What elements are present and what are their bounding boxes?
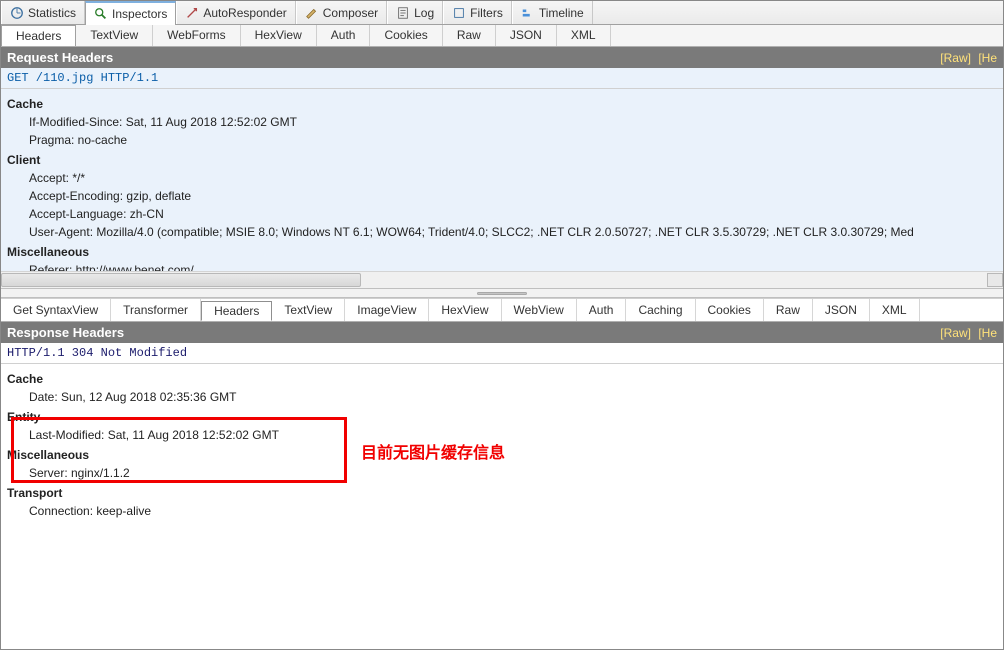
tab-log[interactable]: Log [387,1,443,24]
grip-icon [477,292,527,295]
hdr-accept[interactable]: Accept: */* [7,169,997,187]
hdr-accept-language[interactable]: Accept-Language: zh-CN [7,205,997,223]
subtab-headers[interactable]: Headers [1,25,76,46]
hdr-pragma[interactable]: Pragma: no-cache [7,131,997,149]
hdr-if-modified-since[interactable]: If-Modified-Since: Sat, 11 Aug 2018 12:5… [7,113,997,131]
request-headers-title: Request Headers [7,50,113,65]
rgroup-cache: Cache [7,372,43,386]
rgroup-transport: Transport [7,486,62,500]
response-headerdefs-link[interactable]: [He [978,326,997,340]
tab-composer[interactable]: Composer [296,1,387,24]
tab-label: Timeline [539,6,584,20]
tab-label: AutoResponder [203,6,286,20]
subtab-textview[interactable]: TextView [76,25,153,46]
splitter-handle[interactable] [1,288,1003,298]
rhdr-date[interactable]: Date: Sun, 12 Aug 2018 02:35:36 GMT [7,388,997,406]
rtab-caching[interactable]: Caching [626,299,695,321]
rtab-json[interactable]: JSON [813,299,870,321]
subtab-hexview[interactable]: HexView [241,25,317,46]
hdr-referer[interactable]: Referer: http://www.benet.com/ [7,261,997,271]
hdr-accept-encoding[interactable]: Accept-Encoding: gzip, deflate [7,187,997,205]
group-cache: Cache [7,97,43,111]
request-line: GET /110.jpg HTTP/1.1 [1,68,1003,89]
tab-label: Statistics [28,6,76,20]
response-status-line: HTTP/1.1 304 Not Modified [1,343,1003,364]
rtab-getsyntax[interactable]: Get SyntaxView [1,299,111,321]
subtab-raw[interactable]: Raw [443,25,496,46]
response-headers-bar: Response Headers [Raw] [He [1,322,1003,343]
rgroup-entity: Entity [7,410,40,424]
tab-inspectors[interactable]: Inspectors [85,1,176,25]
rtab-textview[interactable]: TextView [272,299,345,321]
subtab-webforms[interactable]: WebForms [153,25,240,46]
request-hscrollbar[interactable] [1,271,1003,288]
statistics-icon [10,6,24,20]
inspectors-icon [94,7,108,21]
subtab-xml[interactable]: XML [557,25,611,46]
rtab-webview[interactable]: WebView [502,299,577,321]
request-headers-pane: Cache If-Modified-Since: Sat, 11 Aug 201… [1,89,1003,271]
tab-label: Filters [470,6,503,20]
filters-icon [452,6,466,20]
rhdr-connection[interactable]: Connection: keep-alive [7,502,997,520]
rtab-headers[interactable]: Headers [201,301,272,321]
log-icon [396,6,410,20]
subtab-cookies[interactable]: Cookies [370,25,442,46]
response-headers-pane: Cache Date: Sun, 12 Aug 2018 02:35:36 GM… [1,364,1003,614]
group-client: Client [7,153,40,167]
response-headers-title: Response Headers [7,325,124,340]
rtab-hexview[interactable]: HexView [429,299,501,321]
rtab-transformer[interactable]: Transformer [111,299,201,321]
tab-label: Log [414,6,434,20]
request-subtab-strip: Headers TextView WebForms HexView Auth C… [1,25,1003,47]
composer-icon [305,6,319,20]
tab-statistics[interactable]: Statistics [1,1,85,24]
rtab-raw[interactable]: Raw [764,299,813,321]
tab-label: Composer [323,6,378,20]
hdr-user-agent[interactable]: User-Agent: Mozilla/4.0 (compatible; MSI… [7,223,997,241]
rhdr-server[interactable]: Server: nginx/1.1.2 [7,464,997,482]
rtab-auth[interactable]: Auth [577,299,627,321]
main-tab-strip: Statistics Inspectors AutoResponder Comp… [1,1,1003,25]
rtab-cookies[interactable]: Cookies [696,299,764,321]
tab-label: Inspectors [112,7,167,21]
tab-timeline[interactable]: Timeline [512,1,593,24]
request-headerdefs-link[interactable]: [He [978,51,997,65]
rtab-xml[interactable]: XML [870,299,920,321]
timeline-icon [521,6,535,20]
request-raw-link[interactable]: [Raw] [940,51,971,65]
annotation-text: 目前无图片缓存信息 [361,439,505,463]
tab-autoresponder[interactable]: AutoResponder [176,1,295,24]
rtab-imageview[interactable]: ImageView [345,299,429,321]
scrollbar-arrow-right[interactable] [987,273,1003,287]
request-headers-bar: Request Headers [Raw] [He [1,47,1003,68]
tab-filters[interactable]: Filters [443,1,512,24]
response-raw-link[interactable]: [Raw] [940,326,971,340]
response-tab-strip: Get SyntaxView Transformer Headers TextV… [1,298,1003,322]
scrollbar-thumb[interactable] [1,273,361,287]
group-misc: Miscellaneous [7,245,89,259]
subtab-json[interactable]: JSON [496,25,557,46]
subtab-auth[interactable]: Auth [317,25,371,46]
autoresponder-icon [185,6,199,20]
rgroup-misc: Miscellaneous [7,448,89,462]
